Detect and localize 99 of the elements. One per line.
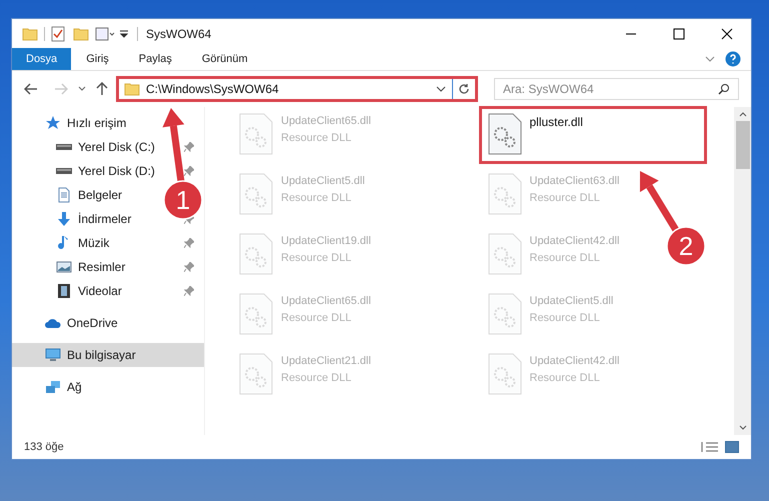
sidebar-item[interactable]: Bu bilgisayar [12,343,204,367]
film-icon [56,283,72,299]
sidebar-label: Hızlı erişim [67,115,126,132]
sidebar-label: Yerel Disk (D:) [78,163,155,180]
sidebar-item[interactable]: Yerel Disk (C:) [12,135,162,159]
step-badge: 2 [666,226,706,266]
gear-file-icon [239,233,273,275]
search-icon[interactable] [718,83,730,95]
sidebar-item[interactable]: Yerel Disk (D:) [12,159,162,183]
sidebar-item[interactable]: Ağ [12,375,162,399]
sidebar-item[interactable]: Resimler [12,255,162,279]
sidebar-label: Yerel Disk (C:) [78,139,155,156]
sidebar-item[interactable]: Belgeler [12,183,162,207]
computer-icon [45,347,61,363]
search-field[interactable]: Ara: SysWOW64 [494,78,739,100]
sidebar-label: Resimler [78,259,126,276]
sidebar-item[interactable]: İndirmeler [12,207,162,231]
sidebar-item[interactable]: Videolar [12,279,162,303]
sidebar-label: Videolar [78,283,122,300]
sidebar-item[interactable]: Müzik [12,231,162,255]
ribbon-tab[interactable]: Görünüm [186,48,263,70]
file-name: UpdateClient5.dll [281,174,365,189]
gear-file-icon [239,353,273,395]
gear-file-icon [488,293,522,335]
sidebar-label: Bu bilgisayar [67,347,136,364]
sidebar-label: OneDrive [67,315,118,332]
new-folder-icon [73,26,89,40]
gear-file-icon [239,293,273,335]
gear-file-icon [239,113,273,155]
pin-icon[interactable] [184,142,194,152]
file-name: UpdateClient42.dll [530,354,620,369]
pin-icon[interactable] [184,286,194,296]
sidebar-label: İndirmeler [78,211,132,228]
sidebar-label: Müzik [78,235,110,252]
details-view-icon[interactable] [701,441,719,453]
image-icon [56,259,72,275]
download-arrow-icon [56,211,72,227]
chevron-down-icon[interactable] [78,86,86,92]
file-type: Resource DLL [281,310,352,326]
properties-icon[interactable] [95,26,117,40]
gear-file-icon [488,173,522,215]
chevron-up-icon[interactable] [738,111,746,117]
file-name: UpdateClient65.dll [281,114,371,129]
step-badge: 1 [163,180,203,220]
help-icon[interactable] [725,51,741,67]
chevron-down-icon[interactable] [738,425,746,431]
chevron-down-icon[interactable] [436,86,446,92]
file-type: Resource DLL [530,190,601,206]
network-icon [45,379,61,395]
file-item[interactable]: plluster.dll [478,106,706,164]
file-type: Resource DLL [281,250,352,266]
file-type: Resource DLL [281,190,352,206]
document-icon [56,187,72,203]
file-type: Resource DLL [281,370,352,386]
file-type: Resource DLL [530,310,601,326]
drive-icon [56,144,72,150]
ribbon-tab[interactable]: Giriş [71,48,124,70]
folder-icon [22,26,38,40]
scroll-thumb[interactable] [736,121,750,169]
checklist-icon[interactable] [51,26,65,42]
sidebar-item[interactable]: Hızlı erişim [12,111,162,135]
gear-file-icon [239,173,273,215]
folder-icon [124,82,140,96]
file-type: Resource DLL [281,130,352,146]
window-title: SysWOW64 [146,26,212,42]
file-name: UpdateClient19.dll [281,234,371,249]
star-icon [45,115,61,131]
sidebar-label: Belgeler [78,187,122,204]
file-name: plluster.dll [530,114,583,131]
file-type: Resource DLL [530,250,601,266]
gear-file-icon [488,353,522,395]
pin-icon[interactable] [184,262,194,272]
maximize-icon[interactable] [673,28,685,40]
sidebar-label: Ağ [67,379,82,396]
address-path: C:\Windows\SysWOW64 [146,81,280,98]
gear-file-icon [488,233,522,275]
pin-icon[interactable] [184,238,194,248]
gear-file-icon [488,113,522,155]
sidebar-item[interactable]: OneDrive [12,311,162,335]
ribbon-tab[interactable]: Paylaş [124,48,187,70]
drive-icon [56,168,72,174]
close-icon[interactable] [721,28,733,40]
file-name: UpdateClient5.dll [530,294,614,309]
file-name: UpdateClient63.dll [530,174,620,189]
search-input[interactable]: Ara: SysWOW64 [503,80,718,98]
back-arrow-icon[interactable] [24,83,38,95]
dropdown-icon[interactable] [119,28,129,38]
file-type: Resource DLL [530,370,601,386]
thumbnail-view-icon[interactable] [725,441,739,453]
scrollbar[interactable] [734,107,751,435]
file-name: UpdateClient42.dll [530,234,620,249]
file-name: UpdateClient65.dll [281,294,371,309]
file-name: UpdateClient21.dll [281,354,371,369]
address-bar[interactable]: C:\Windows\SysWOW64 [116,76,478,102]
pin-icon[interactable] [184,166,194,176]
up-arrow-icon[interactable] [96,82,108,96]
item-count: 133 öğe [24,440,64,455]
file-tab[interactable]: Dosya [12,48,72,70]
refresh-icon[interactable] [458,83,470,95]
